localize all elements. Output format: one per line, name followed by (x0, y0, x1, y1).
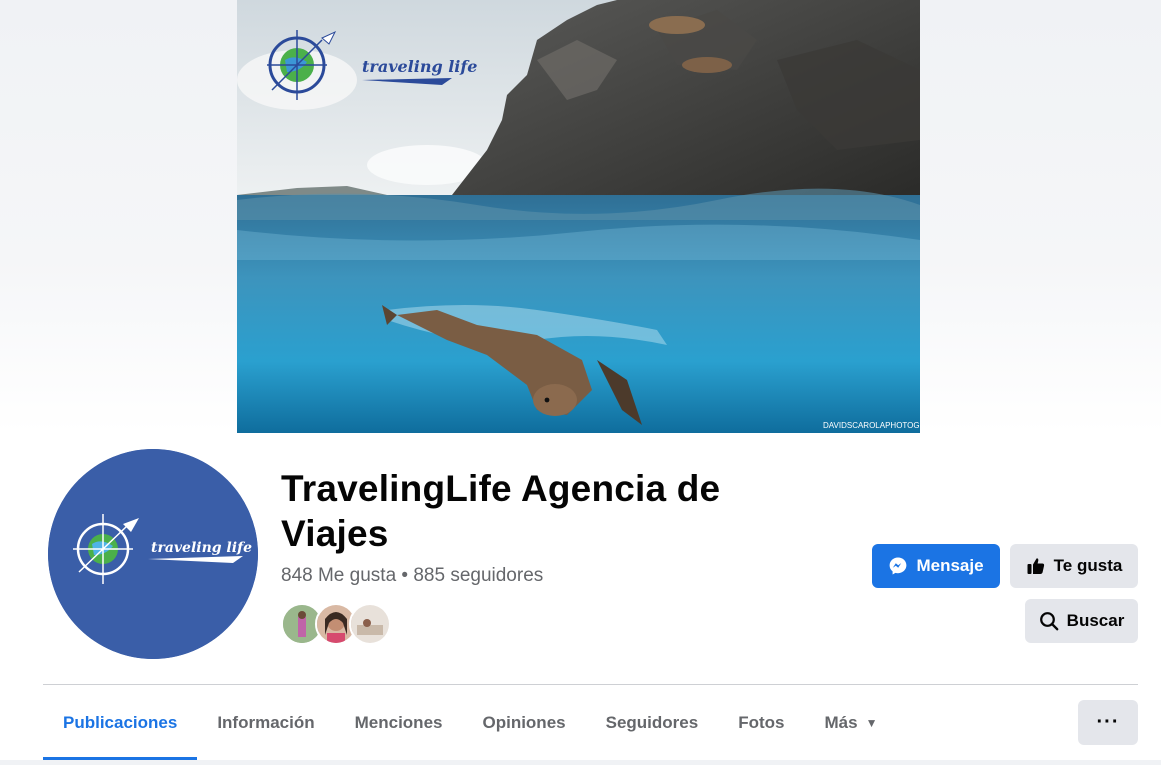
search-icon (1039, 611, 1059, 631)
page-title-line2: Viajes (281, 513, 389, 554)
tab-label: Fotos (738, 713, 785, 732)
like-page-button[interactable]: Te gusta (1010, 544, 1138, 588)
tab-label: Información (217, 713, 315, 732)
tab-label: Publicaciones (63, 713, 178, 732)
ellipsis-icon: ··· (1096, 711, 1120, 733)
avatar-logo: traveling life (48, 449, 258, 659)
cover-logo-text: traveling life (362, 57, 477, 76)
tab-opiniones[interactable]: Opiniones (462, 686, 585, 760)
search-button[interactable]: Buscar (1025, 599, 1138, 643)
profile-divider (43, 684, 1138, 685)
message-button-label: Mensaje (916, 556, 984, 575)
more-options-button[interactable]: ··· (1078, 700, 1138, 745)
tab-label: Seguidores (605, 713, 699, 732)
page-tabs: Publicaciones Información Menciones Opin… (43, 686, 897, 760)
page-title-line1: TravelingLife Agencia de (281, 468, 721, 509)
tab-menciones[interactable]: Menciones (335, 686, 463, 760)
photo-credit: DAVIDSCAROLAPHOTOGRAPHY (823, 421, 920, 430)
page-bottom-strip (0, 760, 1161, 765)
messenger-icon (888, 556, 908, 576)
page-stats[interactable]: 848 Me gusta • 885 seguidores (281, 565, 543, 587)
page-title: TravelingLife Agencia de Viajes (281, 466, 801, 556)
tab-informacion[interactable]: Información (197, 686, 334, 760)
follower-photo (351, 605, 389, 643)
search-button-label: Buscar (1066, 611, 1125, 630)
tab-label: Menciones (354, 713, 443, 732)
profile-avatar[interactable]: traveling life (48, 449, 258, 659)
follower-avatar[interactable] (349, 603, 391, 645)
tab-publicaciones[interactable]: Publicaciones (43, 686, 198, 760)
tab-label: Más (824, 713, 858, 732)
tab-label: Opiniones (482, 713, 566, 732)
cover-photo[interactable]: traveling life DAVIDSCAROLAPHOTOGRAPHY (237, 0, 920, 433)
avatar-logo-text: traveling life (151, 540, 252, 556)
tab-mas[interactable]: Más ▼ (804, 686, 897, 760)
tab-seguidores[interactable]: Seguidores (586, 686, 719, 760)
caret-down-icon: ▼ (865, 716, 878, 730)
message-button[interactable]: Mensaje (872, 544, 1000, 588)
cover-photo-graphic: traveling life DAVIDSCAROLAPHOTOGRAPHY (237, 0, 920, 433)
like-page-button-label: Te gusta (1053, 556, 1123, 575)
thumbs-up-icon (1026, 556, 1046, 576)
tab-fotos[interactable]: Fotos (718, 686, 804, 760)
follower-avatars[interactable] (281, 603, 401, 645)
